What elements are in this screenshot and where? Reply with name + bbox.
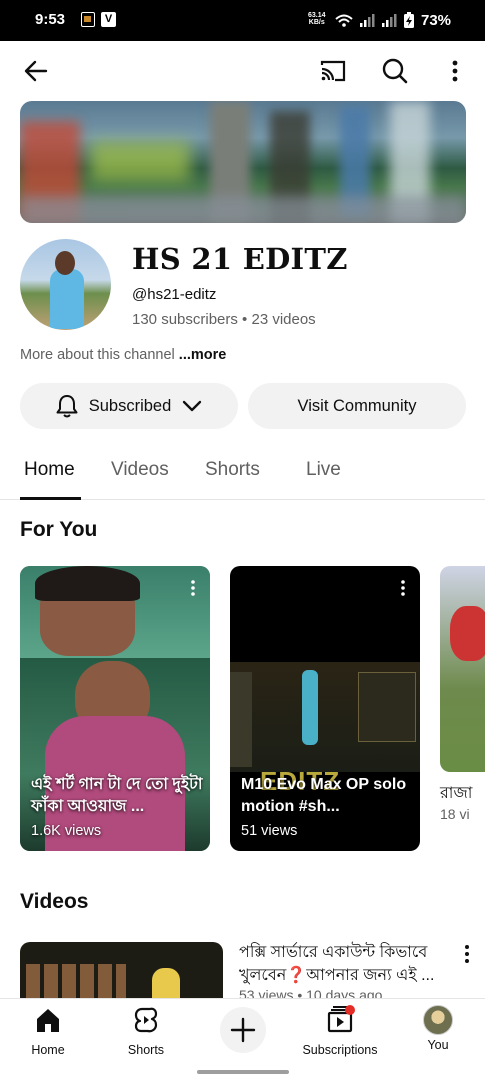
home-icon <box>37 1009 59 1032</box>
v-app-icon: V <box>101 12 116 27</box>
short-title: এই শর্ট গান টা দে তো দুইটা ফাঁকা আওয়াজ … <box>31 776 203 815</box>
plus-icon <box>230 1017 256 1043</box>
video-title[interactable]: পক্সি সার্ভারে একাউন্ট কিভাবে খুলবেন❓আপন… <box>239 941 449 987</box>
status-time: 9:53 <box>35 11 66 28</box>
tab-live[interactable]: Live <box>306 459 341 481</box>
gesture-home-indicator <box>197 1070 289 1074</box>
nav-subscriptions[interactable]: Subscriptions <box>290 1005 390 1057</box>
active-tab-indicator <box>20 497 81 500</box>
search-icon[interactable] <box>381 57 409 85</box>
more-options-icon[interactable] <box>186 579 200 597</box>
notification-app-icon <box>81 12 95 27</box>
nav-home[interactable]: Home <box>0 1005 98 1057</box>
shorts-card[interactable]: EDITZ M10 Evo Max OP solo motion #sh... … <box>230 566 420 851</box>
channel-name: HS 21 EDITZ <box>132 242 348 276</box>
nav-you[interactable]: You <box>388 1005 485 1052</box>
short-views: 1.6K views <box>31 823 102 839</box>
cast-icon[interactable] <box>319 57 347 85</box>
bell-icon <box>56 395 78 418</box>
videos-heading: Videos <box>20 890 89 913</box>
more-options-icon[interactable] <box>461 944 473 964</box>
subscriptions-icon <box>327 1005 355 1033</box>
subscribed-label: Subscribed <box>88 396 172 415</box>
battery-percentage: 73% <box>421 12 452 29</box>
tab-shorts[interactable]: Shorts <box>205 459 260 481</box>
video-title[interactable]: রাজা <box>440 780 472 807</box>
video-views: 18 vi <box>440 806 470 822</box>
visit-community-label: Visit Community <box>297 396 417 415</box>
channel-handle: @hs21-editz <box>132 286 217 303</box>
visit-community-button[interactable]: Visit Community <box>248 383 466 429</box>
for-you-heading: For You <box>20 518 98 541</box>
status-bar: 9:53 V 63.14 KB/s 73% <box>0 0 485 41</box>
signal-wifi-battery-icons <box>335 12 414 28</box>
more-link[interactable]: ...more <box>179 347 227 363</box>
bottom-navigation: Home Shorts Subscriptions You <box>0 998 485 1080</box>
shorts-icon <box>134 1007 158 1033</box>
create-button[interactable] <box>220 1007 266 1053</box>
top-app-bar <box>0 41 485 101</box>
nav-shorts[interactable]: Shorts <box>96 1005 196 1057</box>
subscribed-button[interactable]: Subscribed <box>20 383 238 429</box>
tab-videos[interactable]: Videos <box>111 459 169 481</box>
channel-avatar[interactable] <box>20 239 111 330</box>
channel-banner <box>20 101 466 223</box>
video-card-thumbnail[interactable] <box>440 566 485 772</box>
network-speed: 63.14 KB/s <box>308 12 326 26</box>
channel-about-link[interactable]: More about this channel ...more <box>20 347 226 363</box>
back-arrow-icon[interactable] <box>22 57 50 85</box>
chevron-down-icon <box>183 400 202 412</box>
channel-tabs: Home Videos Shorts Live <box>0 445 485 500</box>
short-views: 51 views <box>241 823 298 839</box>
more-options-icon[interactable] <box>396 579 410 597</box>
short-title: M10 Evo Max OP solo motion #sh... <box>241 776 407 815</box>
tab-home[interactable]: Home <box>24 459 75 481</box>
channel-stats: 130 subscribers • 23 videos <box>132 311 316 328</box>
more-options-icon[interactable] <box>441 57 469 85</box>
shorts-card[interactable]: এই শর্ট গান টা দে তো দুইটা ফাঁকা আওয়াজ … <box>20 566 210 851</box>
avatar <box>423 1005 453 1035</box>
